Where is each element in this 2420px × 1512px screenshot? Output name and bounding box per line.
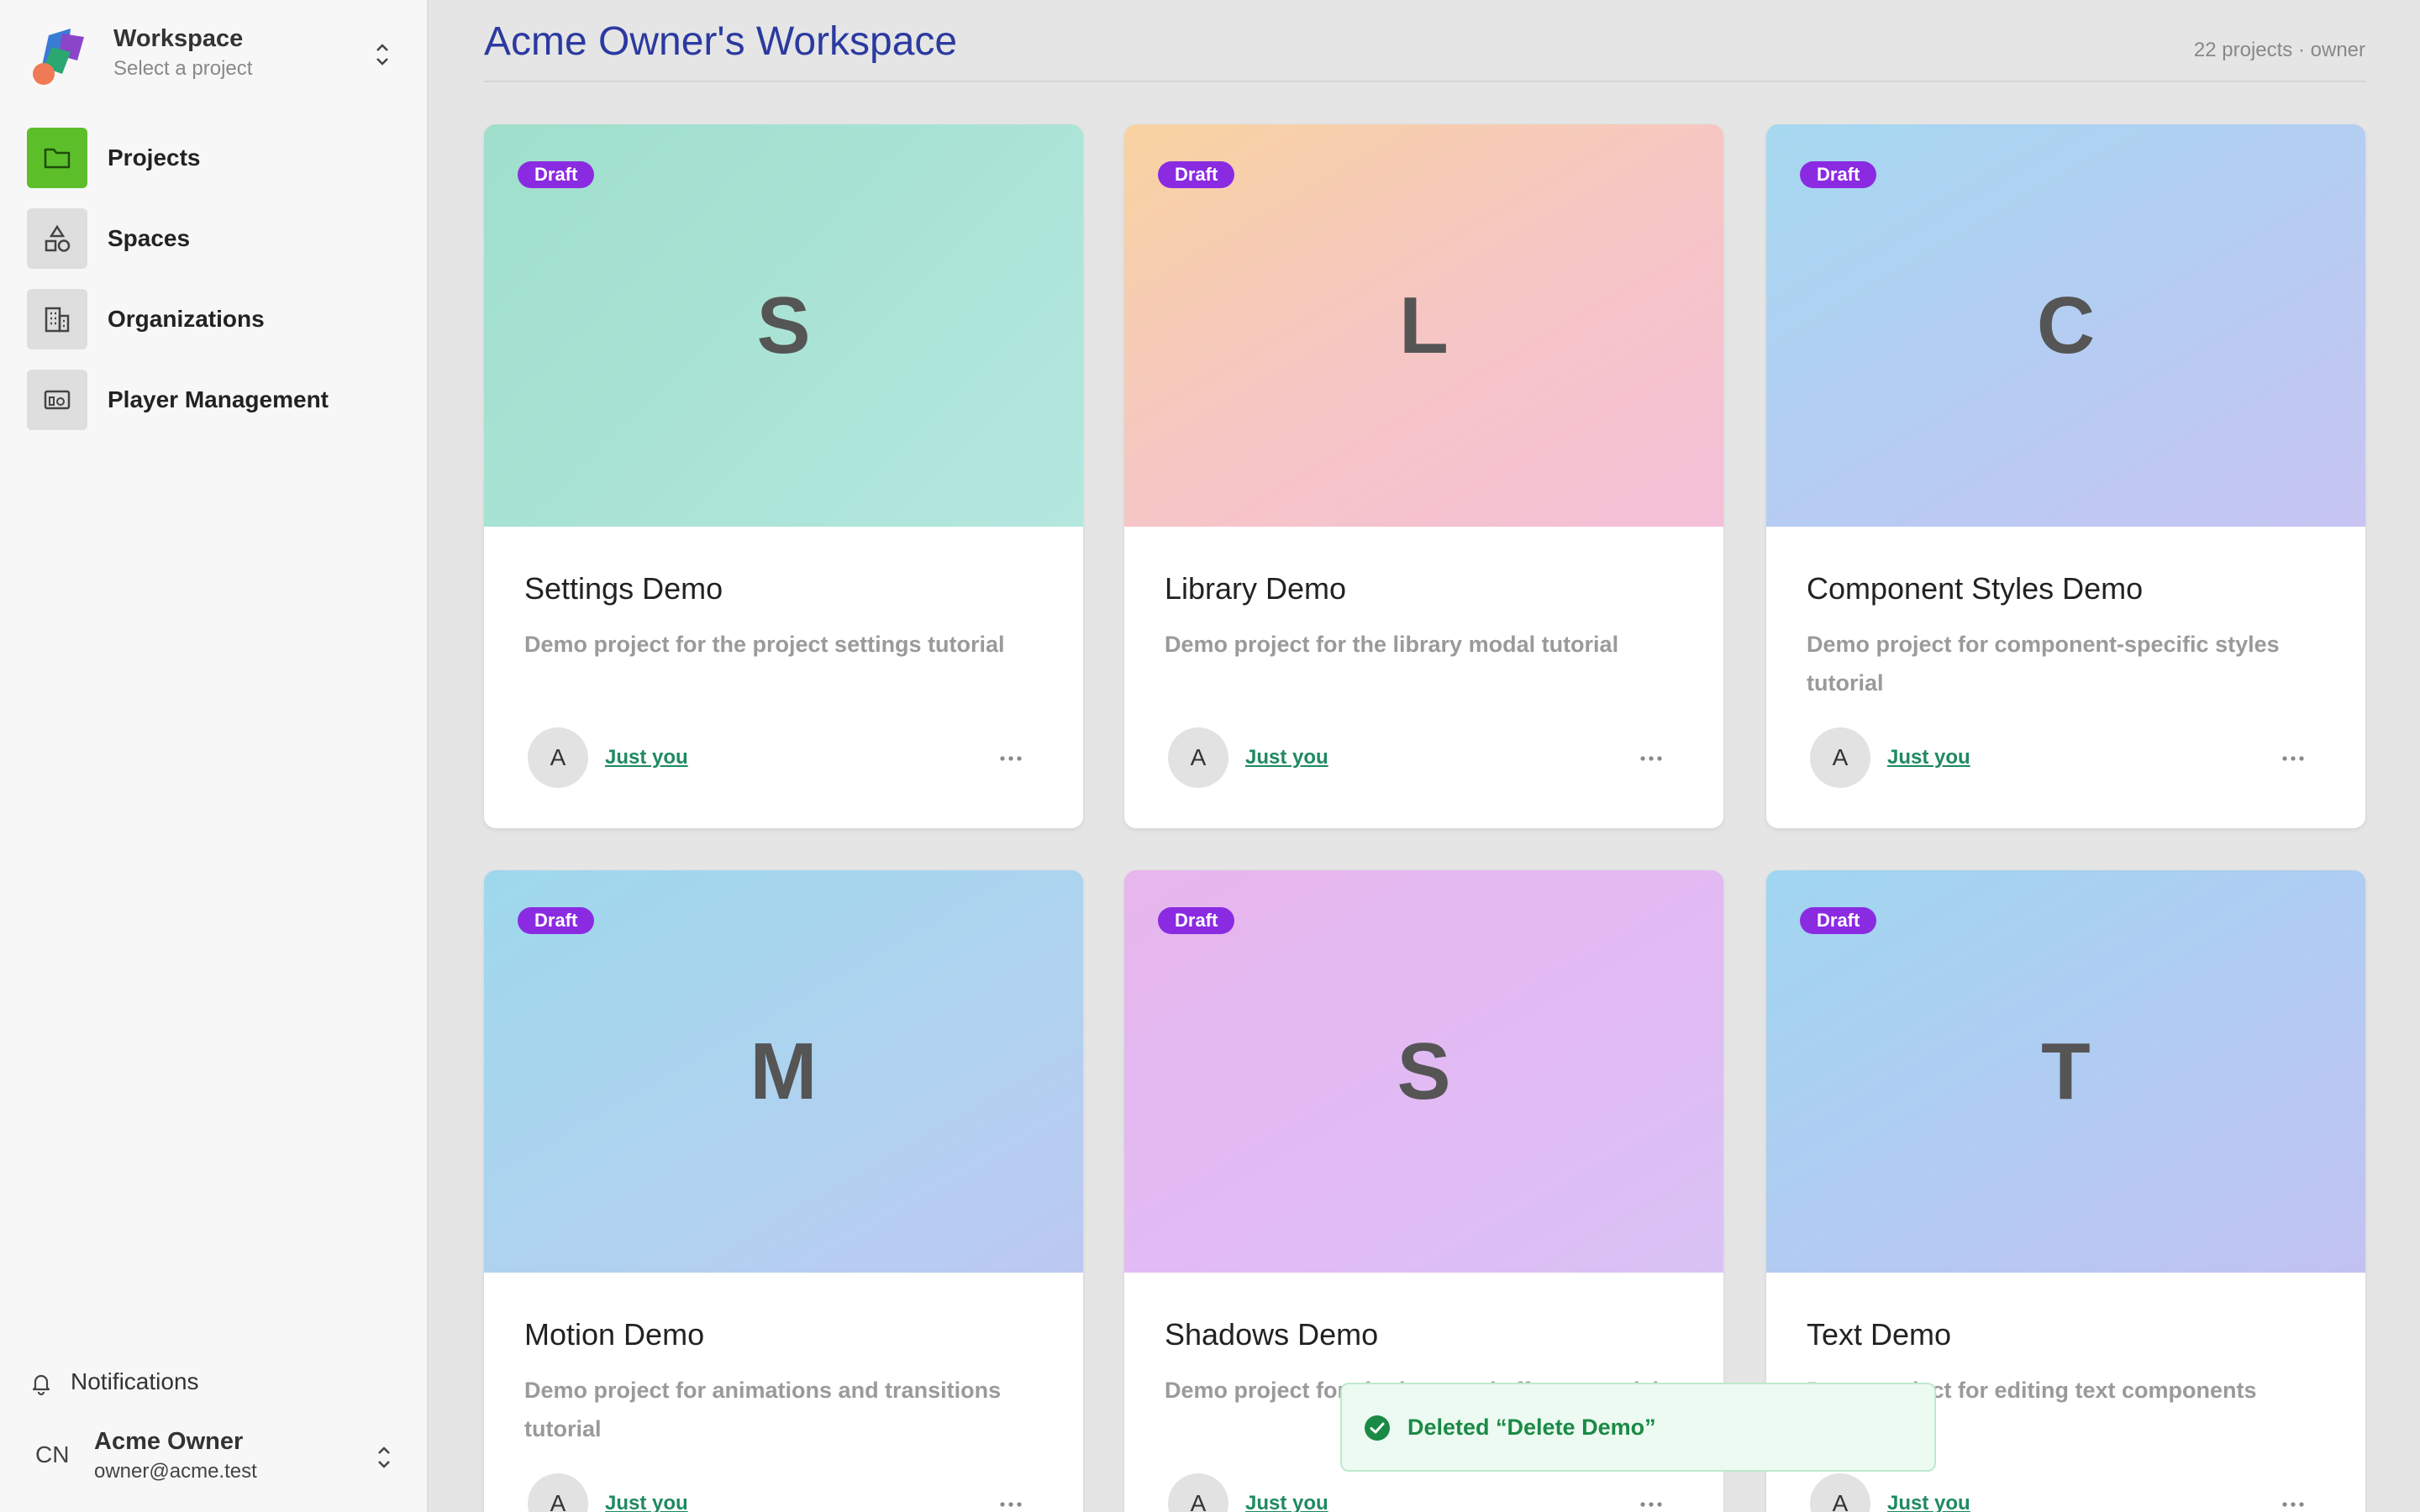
project-title: Library Demo [1165,571,1347,606]
more-options-icon[interactable] [1639,1492,1664,1512]
workspace-subtitle: Select a project [113,57,253,80]
player-icon [27,370,87,430]
status-badge: Draft [1800,907,1877,934]
avatar: A [1168,727,1228,788]
building-icon [27,289,87,349]
status-badge: Draft [1158,161,1235,188]
project-card[interactable]: C Draft Component Styles Demo Demo proje… [1766,124,2365,828]
chevron-updown-icon [376,44,388,66]
workspace-title: Workspace [113,25,244,52]
folder-icon [27,128,87,188]
sidebar-item-organizations[interactable]: Organizations [27,289,403,349]
toast-message: Deleted “Delete Demo” [1407,1415,1656,1440]
toast-notification: Deleted “Delete Demo” [1340,1383,1936,1472]
status-badge: Draft [518,161,595,188]
check-circle-icon [1365,1415,1390,1441]
workspace-switcher[interactable]: Workspace Select a project [29,24,407,87]
avatar: A [528,1473,588,1512]
more-options-icon[interactable] [2281,1492,2306,1512]
avatar: A [1810,727,1870,788]
project-description: Demo project for component-specific styl… [1807,632,2280,696]
sidebar-nav: Projects Spaces Organizations Player Man… [27,128,403,450]
share-link[interactable]: Just you [1887,746,1970,769]
main-content: Acme Owner's Workspace 22 projects · own… [429,0,2420,1512]
avatar: A [528,727,588,788]
app-logo [33,29,84,85]
share-link[interactable]: Just you [605,746,688,769]
project-count: 22 projects · owner [2193,39,2365,61]
avatar: A [1168,1473,1228,1512]
status-badge: Draft [1800,161,1877,188]
status-badge: Draft [518,907,595,934]
share-link[interactable]: Just you [1245,746,1328,769]
more-options-icon[interactable] [998,746,1023,771]
divider [484,81,2366,82]
sidebar-item-label: Spaces [108,225,191,251]
notifications-button[interactable]: Notifications [29,1364,281,1401]
sidebar-item-label: Organizations [108,306,265,332]
avatar: CN [35,1441,70,1467]
page-title: Acme Owner's Workspace [484,19,958,64]
project-card[interactable]: L Draft Library Demo Demo project for th… [1124,124,1723,828]
user-email: owner@acme.test [94,1460,257,1483]
notifications-label: Notifications [71,1368,199,1394]
bell-icon [32,1374,50,1396]
more-options-icon[interactable] [2281,746,2306,771]
more-options-icon[interactable] [1639,746,1664,771]
share-link[interactable]: Just you [605,1492,688,1512]
user-name: Acme Owner [94,1428,244,1455]
project-description: Demo project for the project settings tu… [524,632,1005,657]
sidebar-item-player-management[interactable]: Player Management [27,370,403,430]
project-card[interactable]: M Draft Motion Demo Demo project for ani… [484,870,1083,1512]
shapes-icon [27,208,87,269]
sidebar-item-label: Player Management [108,386,329,412]
project-title: Shadows Demo [1165,1317,1379,1352]
sidebar: Workspace Select a project Projects Spac… [0,0,429,1512]
sidebar-item-projects[interactable]: Projects [27,128,403,188]
avatar: A [1810,1473,1870,1512]
project-title: Motion Demo [524,1317,705,1352]
project-title: Text Demo [1807,1317,1952,1352]
status-badge: Draft [1158,907,1235,934]
project-card[interactable]: S Draft Settings Demo Demo project for t… [484,124,1083,828]
sidebar-item-label: Projects [108,144,201,171]
more-options-icon[interactable] [998,1492,1023,1512]
project-description: Demo project for animations and transiti… [524,1378,1002,1441]
app-window: Workspace Select a project Projects Spac… [0,0,2420,1512]
project-title: Component Styles Demo [1807,571,2144,606]
share-link[interactable]: Just you [1245,1492,1328,1512]
chevron-updown-icon [378,1446,390,1468]
share-link[interactable]: Just you [1887,1492,1970,1512]
sidebar-item-spaces[interactable]: Spaces [27,208,403,269]
user-menu[interactable]: CN Acme Owner owner@acme.test [29,1425,407,1492]
project-description: Demo project for the library modal tutor… [1165,632,1619,657]
project-title: Settings Demo [524,571,723,606]
